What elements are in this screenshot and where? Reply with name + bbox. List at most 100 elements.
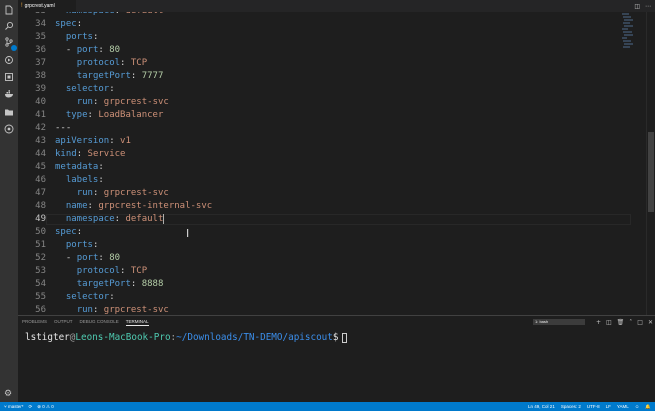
code-line[interactable]: 41 type: LoadBalancer xyxy=(18,109,655,122)
terminal-select[interactable]: 1: bash xyxy=(533,319,585,325)
scrollbar-thumb[interactable] xyxy=(648,132,654,212)
code-line[interactable]: 43 apiVersion: v1 xyxy=(18,135,655,148)
search-icon[interactable] xyxy=(3,20,15,32)
sync-icon[interactable]: ⟳ xyxy=(28,404,32,410)
kubernetes-icon[interactable] xyxy=(3,123,15,135)
language-mode[interactable]: YAML xyxy=(617,404,629,409)
code-line[interactable]: 37 protocol: TCP xyxy=(18,57,655,70)
code-line[interactable]: 54 targetPort: 8888 xyxy=(18,278,655,291)
code-line[interactable]: 40 run: grpcrest-svc xyxy=(18,96,655,109)
code-line[interactable]: 39 selector: xyxy=(18,83,655,96)
tab-grpcrest-yaml[interactable]: ! grpcrest.yaml xyxy=(18,0,76,12)
docker-icon[interactable] xyxy=(3,88,15,100)
code-line[interactable]: 46 labels: xyxy=(18,174,655,187)
code-line[interactable]: 35 ports: xyxy=(18,31,655,44)
code-line[interactable]: 55 selector: xyxy=(18,291,655,304)
code-line[interactable]: 47 run: grpcrest-svc xyxy=(18,187,655,200)
branch-status[interactable]: ⑂ master* xyxy=(4,404,23,409)
feedback-icon[interactable]: ☺ xyxy=(635,404,640,409)
line-number: 56 xyxy=(35,305,46,315)
editor-tab-bar: ! grpcrest.yaml ◫ ⋯ xyxy=(18,0,655,12)
debug-icon[interactable] xyxy=(3,54,15,66)
code-text: run: grpcrest-svc xyxy=(55,187,169,200)
tab-terminal[interactable]: TERMINAL xyxy=(125,318,149,326)
code-token: : xyxy=(98,162,104,172)
trash-icon[interactable]: 🗑 xyxy=(617,319,625,326)
source-control-icon[interactable] xyxy=(3,36,17,51)
chevron-up-icon[interactable]: ˄ xyxy=(629,319,632,326)
code-line[interactable]: 53 protocol: TCP xyxy=(18,265,655,278)
new-terminal-icon[interactable]: + xyxy=(596,319,601,326)
prompt-path: ~/Downloads/TN-DEMO/apiscout xyxy=(176,332,333,343)
code-token: : xyxy=(130,71,142,81)
problems-status[interactable]: ⊗ 0 ⚠ 0 xyxy=(37,404,54,410)
code-token: : xyxy=(109,292,115,302)
extensions-icon[interactable] xyxy=(3,71,15,83)
tab-output[interactable]: OUTPUT xyxy=(54,318,73,325)
maximize-icon[interactable]: □ xyxy=(637,319,643,326)
code-line[interactable]: 36 - port: 80 xyxy=(18,44,655,57)
text-caret xyxy=(163,213,165,224)
code-line[interactable]: 50 spec: xyxy=(18,226,655,239)
line-number: 43 xyxy=(35,136,46,146)
tab-debug-console[interactable]: DEBUG CONSOLE xyxy=(80,318,119,325)
tab-problems[interactable]: PROBLEMS xyxy=(22,318,47,325)
activity-bar xyxy=(0,0,18,402)
code-line[interactable]: 45 metadata: xyxy=(18,161,655,174)
code-token: TCP xyxy=(130,266,148,276)
gear-icon[interactable]: ⚙ xyxy=(4,389,12,399)
prompt-user: lstigter xyxy=(25,332,70,343)
code-token: : xyxy=(92,188,104,198)
code-line[interactable]: 49 namespace: default xyxy=(18,213,655,226)
code-text: run: grpcrest-svc xyxy=(55,96,169,109)
status-bar: ⑂ master* ⟳ ⊗ 0 ⚠ 0 Ln 49, Col 21 Spaces… xyxy=(0,402,655,411)
more-actions-icon[interactable]: ⋯ xyxy=(645,3,651,10)
code-token: Service xyxy=(87,149,126,159)
code-text: run: grpcrest-svc xyxy=(55,304,169,315)
code-line[interactable]: 38 targetPort: 7777 xyxy=(18,70,655,83)
code-line[interactable]: 56 run: grpcrest-svc xyxy=(18,304,655,315)
code-line[interactable]: 42 --- xyxy=(18,122,655,135)
cursor-position[interactable]: Ln 49, Col 21 xyxy=(528,404,555,409)
code-token: : xyxy=(87,110,99,120)
files-icon[interactable] xyxy=(3,4,15,16)
code-text: selector: xyxy=(55,83,115,96)
line-number: 48 xyxy=(35,201,46,211)
close-icon[interactable]: ✕ xyxy=(648,319,653,326)
folder-icon[interactable] xyxy=(3,106,15,118)
code-text: - port: 80 xyxy=(55,252,120,265)
bell-icon[interactable]: 🔔 xyxy=(645,404,651,410)
code-token: spec xyxy=(55,227,77,237)
split-editor-icon[interactable]: ◫ xyxy=(634,3,640,10)
code-text: kind: Service xyxy=(55,148,125,161)
editor-scrollbar[interactable] xyxy=(646,12,655,315)
code-token: - xyxy=(55,253,77,263)
terminal-prompt[interactable]: lstigter@Leons-MacBook-Pro:~/Downloads/T… xyxy=(25,332,347,344)
code-editor[interactable]: 33 namespace: default34spec:35 ports:36 … xyxy=(18,12,655,315)
encoding[interactable]: UTF-8 xyxy=(587,404,600,409)
indentation[interactable]: Spaces: 2 xyxy=(561,404,581,409)
code-token: 80 xyxy=(109,45,121,55)
split-terminal-icon[interactable]: ◫ xyxy=(606,319,612,326)
code-line[interactable]: 34 spec: xyxy=(18,18,655,31)
minimap[interactable] xyxy=(621,12,635,52)
code-line[interactable]: 48 name: grpcrest-internal-svc xyxy=(18,200,655,213)
line-number: 50 xyxy=(35,227,46,237)
code-line[interactable]: 52 - port: 80 xyxy=(18,252,655,265)
line-number: 46 xyxy=(35,175,46,185)
end-of-line[interactable]: LF xyxy=(606,404,611,409)
line-number: 35 xyxy=(35,32,46,42)
code-text: metadata: xyxy=(55,161,104,174)
code-line[interactable]: 44 kind: Service xyxy=(18,148,655,161)
code-token: 8888 xyxy=(141,279,164,289)
code-line[interactable]: 51 ports: xyxy=(18,239,655,252)
code-token: LoadBalancer xyxy=(98,110,164,120)
code-token: spec xyxy=(55,19,77,29)
